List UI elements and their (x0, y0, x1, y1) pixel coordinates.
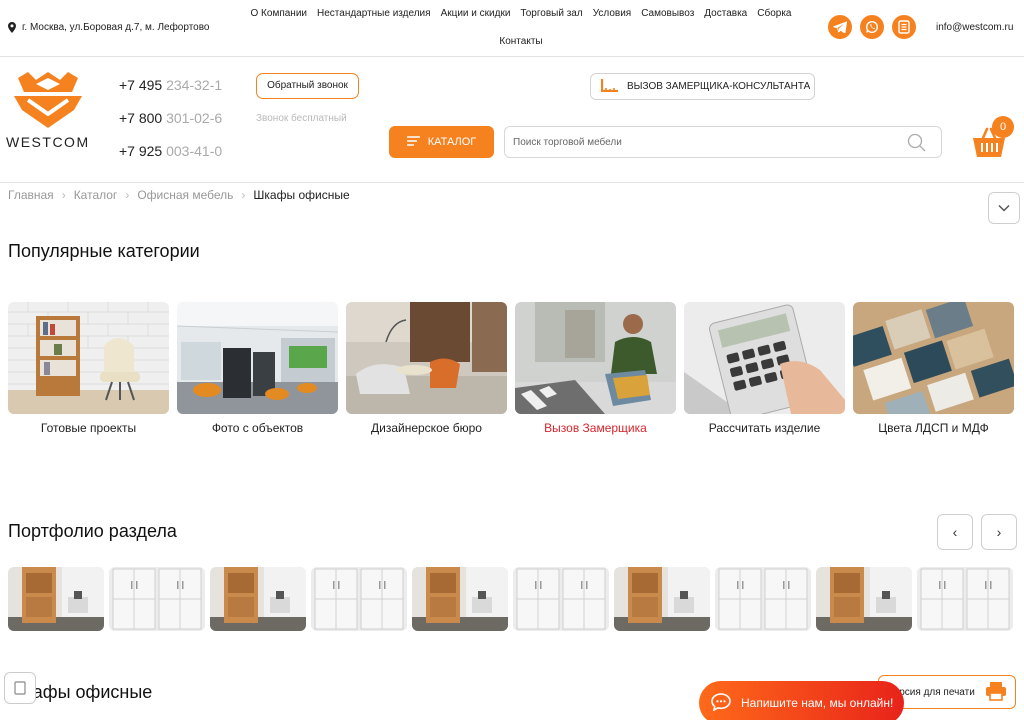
category-label: Дизайнерское бюро (371, 421, 482, 435)
breadcrumb: Главная › Каталог › Офисная мебель › Шка… (8, 188, 350, 202)
top-bar: г. Москва, ул.Боровая д.7, м. Лефортово … (0, 0, 1024, 57)
nav-pickup[interactable]: Самовывоз (641, 0, 694, 28)
portfolio-carousel (8, 567, 1013, 631)
nav-promotions[interactable]: Акции и скидки (441, 0, 511, 28)
chat-widget-button[interactable]: Напишите нам, мы онлайн! (699, 681, 904, 720)
logo-text: WESTCOM (6, 134, 90, 150)
category-image (853, 302, 1014, 414)
search-input[interactable] (505, 127, 885, 157)
category-image (684, 302, 845, 414)
nav-terms[interactable]: Условия (593, 0, 632, 28)
phone-number[interactable]: +7 925 003-41-0 (119, 140, 237, 173)
expand-button[interactable] (988, 192, 1020, 224)
category-card[interactable]: Рассчитать изделие (684, 302, 845, 435)
free-call-note: Звонок бесплатный (256, 113, 347, 124)
whatsapp-icon[interactable] (860, 15, 884, 39)
category-label: Цвета ЛДСП и МДФ (878, 421, 989, 435)
search-box (504, 126, 942, 158)
chevron-right-icon: › (125, 188, 130, 202)
phone-faded: 234-32-1 (166, 77, 223, 93)
category-label: Готовые проекты (40, 421, 137, 435)
portfolio-thumbnail[interactable] (513, 567, 609, 631)
catalog-button[interactable]: Каталог (389, 126, 494, 158)
telegram-icon[interactable] (828, 15, 852, 39)
chevron-down-icon (998, 204, 1010, 212)
nav-delivery[interactable]: Доставка (704, 0, 747, 28)
category-card[interactable]: Готовые проекты (8, 302, 169, 435)
category-image (8, 302, 169, 414)
category-label: Фото с объектов (211, 421, 304, 435)
category-card[interactable]: Цвета ЛДСП и МДФ (853, 302, 1014, 435)
portfolio-thumbnail[interactable] (715, 567, 811, 631)
phone-number[interactable]: +7 800 301-02-6 (119, 107, 237, 140)
portfolio-thumbnail[interactable] (412, 567, 508, 631)
phone-faded: 003-41-0 (166, 143, 223, 159)
nav-assembly[interactable]: Сборка (757, 0, 791, 28)
westcom-logo-icon (14, 72, 82, 128)
call-measurer-label: Вызов замерщика-консультанта (627, 81, 811, 92)
header-divider (0, 182, 1024, 183)
chat-bubble-icon (711, 692, 731, 714)
portfolio-thumbnail[interactable] (614, 567, 710, 631)
search-icon[interactable] (907, 133, 927, 158)
phone-number[interactable]: +7 495 234-32-1 (119, 74, 237, 107)
cart-count-badge: 0 (992, 116, 1014, 138)
nav-about[interactable]: О Компании (251, 0, 308, 28)
top-navigation: О Компании Нестандартные изделия Акции и… (236, 0, 806, 56)
category-image (346, 302, 507, 414)
address-text: г. Москва, ул.Боровая д.7, м. Лефортово (22, 22, 210, 33)
portfolio-thumbnail[interactable] (109, 567, 205, 631)
popular-categories-list: Готовые проекты Фото с объектов Дизайнер… (8, 302, 1014, 435)
email-link[interactable]: info@westcom.ru (936, 22, 1013, 33)
breadcrumb-catalog[interactable]: Каталог (74, 188, 118, 202)
callback-button[interactable]: Обратный звонок (256, 73, 359, 99)
chevron-right-icon: › (996, 524, 1002, 540)
nav-contacts[interactable]: Контакты (499, 28, 542, 56)
breadcrumb-current: Шкафы офисные (253, 188, 350, 202)
phone-visible: +7 925 (119, 143, 167, 159)
phone-visible: +7 495 (119, 77, 167, 93)
chevron-right-icon: › (241, 188, 246, 202)
nav-showroom[interactable]: Торговый зал (520, 0, 582, 28)
category-card[interactable]: Фото с объектов (177, 302, 338, 435)
menu-lines-icon (406, 135, 420, 149)
document-outline-icon (14, 681, 26, 695)
address[interactable]: г. Москва, ул.Боровая д.7, м. Лефортово (8, 22, 210, 33)
nav-custom-products[interactable]: Нестандартные изделия (317, 0, 431, 28)
breadcrumb-home[interactable]: Главная (8, 188, 54, 202)
category-card[interactable]: Дизайнерское бюро (346, 302, 507, 435)
phone-faded: 301-02-6 (166, 110, 223, 126)
breadcrumb-office-furniture[interactable]: Офисная мебель (137, 188, 233, 202)
category-image (515, 302, 676, 414)
portfolio-thumbnail[interactable] (816, 567, 912, 631)
chevron-right-icon: › (61, 188, 66, 202)
chevron-left-icon: ‹ (952, 524, 958, 540)
portfolio-thumbnail[interactable] (311, 567, 407, 631)
phone-visible: +7 800 (119, 110, 167, 126)
category-card[interactable]: Вызов Замерщика (515, 302, 676, 435)
ruler-icon (600, 78, 619, 95)
location-pin-icon (8, 22, 16, 33)
logo[interactable]: WESTCOM (6, 70, 90, 152)
printer-icon (985, 681, 1007, 704)
portfolio-title: Портфолио раздела (8, 521, 177, 541)
document-icon[interactable] (892, 15, 916, 39)
social-links (828, 15, 916, 39)
chat-label: Напишите нам, мы онлайн! (741, 696, 894, 710)
accessibility-button[interactable] (4, 672, 36, 704)
category-image (177, 302, 338, 414)
category-label: Рассчитать изделие (708, 421, 821, 435)
catalog-label: Каталог (427, 136, 477, 148)
carousel-next-button[interactable]: › (981, 514, 1017, 550)
category-label: Вызов Замерщика (544, 421, 647, 435)
portfolio-thumbnail[interactable] (210, 567, 306, 631)
portfolio-thumbnail[interactable] (917, 567, 1013, 631)
carousel-prev-button[interactable]: ‹ (937, 514, 973, 550)
call-measurer-button[interactable]: Вызов замерщика-консультанта (590, 73, 815, 100)
portfolio-thumbnail[interactable] (8, 567, 104, 631)
phone-list: +7 495 234-32-1 +7 800 301-02-6 +7 925 0… (119, 74, 237, 173)
popular-categories-title: Популярные категории (8, 241, 200, 261)
